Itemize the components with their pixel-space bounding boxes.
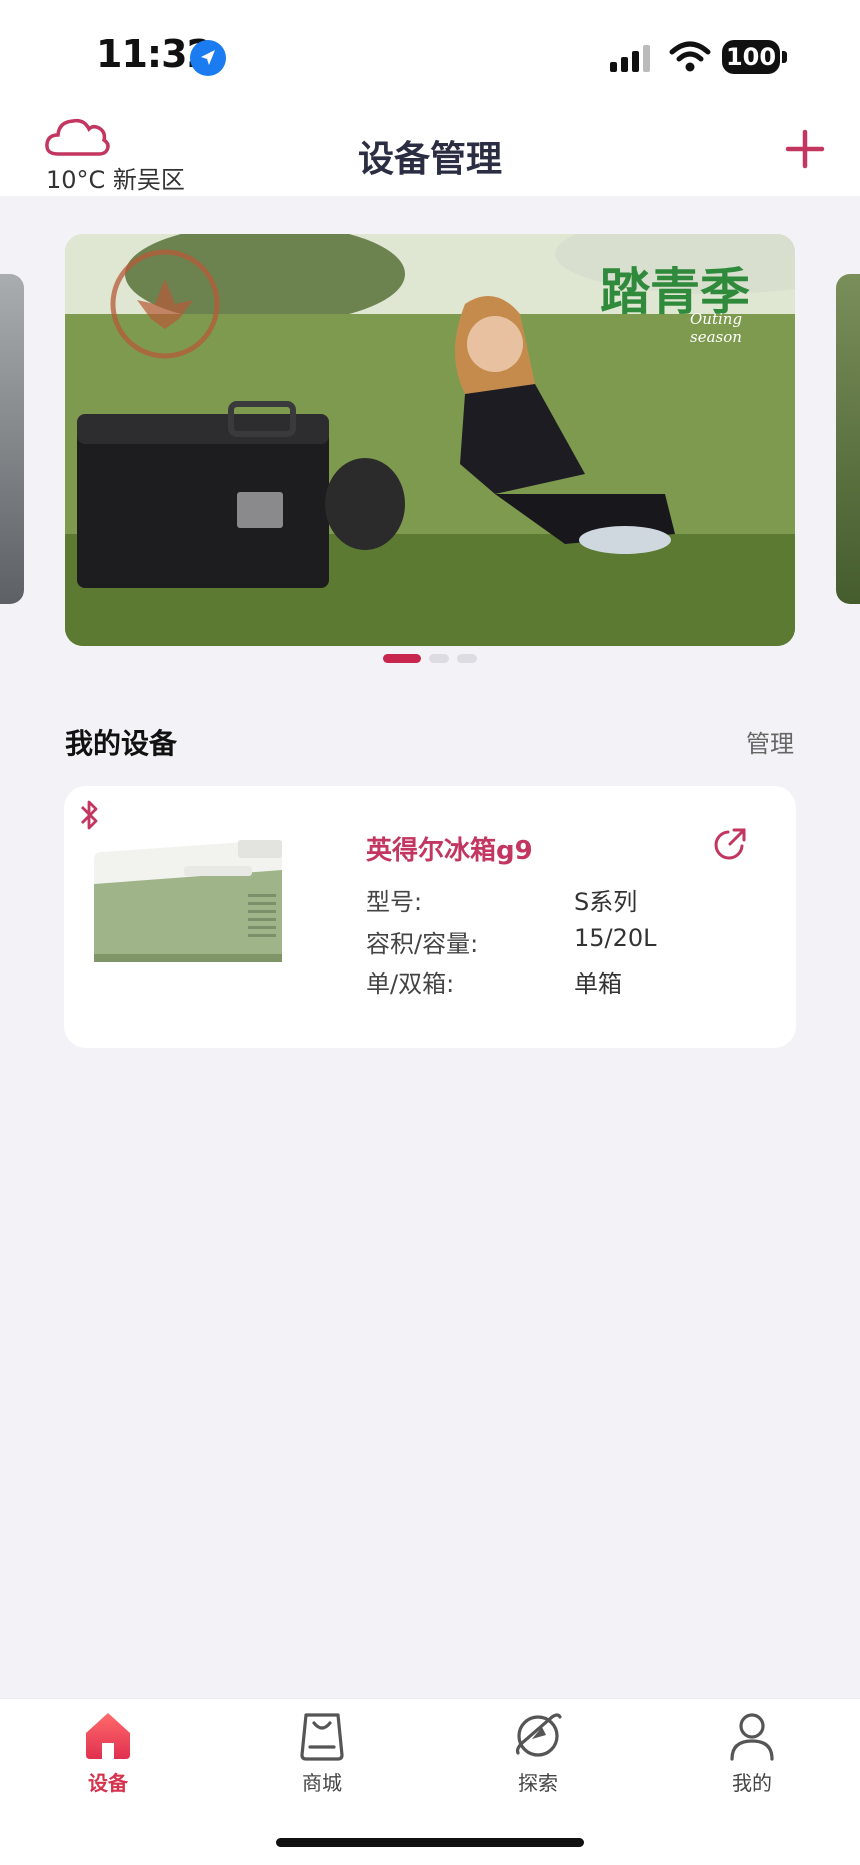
home-icon <box>86 1713 130 1759</box>
banner-image[interactable]: 踏青季 Outing season <box>65 234 795 646</box>
device-name[interactable]: 英得尔冰箱g9 <box>366 830 533 867</box>
spec-row-capacity: 容积/容量: 15/20L <box>366 924 786 958</box>
home-indicator[interactable] <box>276 1838 584 1847</box>
spec-value: S系列 <box>574 888 638 916</box>
banner-prev-peek[interactable] <box>0 274 24 604</box>
banner-subtitle: Outing season <box>690 310 743 346</box>
device-image <box>94 840 282 962</box>
battery-indicator: 100 <box>722 40 780 74</box>
tab-mine[interactable]: 我的 <box>692 1709 812 1796</box>
tab-label: 商城 <box>302 1771 342 1795</box>
tab-device[interactable]: 设备 <box>48 1709 168 1796</box>
page-title: 设备管理 <box>357 139 502 180</box>
external-link-icon[interactable] <box>714 826 748 860</box>
app-header: 10°C 新吴区 设备管理 <box>0 110 860 196</box>
manage-button[interactable]: 管理 <box>746 724 794 759</box>
plus-icon[interactable] <box>780 124 830 174</box>
status-bar: 11:32 100 <box>0 0 860 110</box>
tab-mall[interactable]: 商城 <box>262 1709 382 1796</box>
carousel-dot[interactable] <box>383 654 421 663</box>
carousel-dot[interactable] <box>429 654 449 663</box>
user-icon <box>730 1713 774 1761</box>
carousel-pagination <box>0 654 860 663</box>
carousel-dot[interactable] <box>457 654 477 663</box>
wifi-icon <box>669 41 711 72</box>
tab-label: 设备 <box>88 1771 128 1795</box>
tab-label: 探索 <box>518 1771 558 1795</box>
tab-explore[interactable]: 探索 <box>478 1709 598 1796</box>
location-arrow-icon <box>190 40 226 76</box>
banner-carousel[interactable]: 踏青季 Outing season <box>0 196 860 676</box>
device-card[interactable]: 英得尔冰箱g9 型号: S系列 容积/容量: 15/20L 单/双箱: 单箱 <box>64 786 796 1048</box>
spec-label: 型号: <box>366 888 423 916</box>
bluetooth-icon <box>81 800 98 830</box>
tab-label: 我的 <box>732 1771 772 1795</box>
cellular-signal-icon <box>610 45 650 72</box>
banner-next-peek[interactable] <box>836 274 860 604</box>
spec-value: 15/20L <box>574 924 657 952</box>
spec-row-model: 型号: S系列 <box>366 882 786 916</box>
spec-row-box-type: 单/双箱: 单箱 <box>366 964 786 998</box>
bag-icon <box>300 1713 344 1761</box>
spec-value: 单箱 <box>574 970 622 998</box>
compass-icon <box>515 1713 562 1757</box>
spec-label: 单/双箱: <box>366 970 455 998</box>
spec-label: 容积/容量: <box>366 930 479 958</box>
battery-tip <box>782 51 787 63</box>
my-devices-title: 我的设备 <box>65 727 178 760</box>
